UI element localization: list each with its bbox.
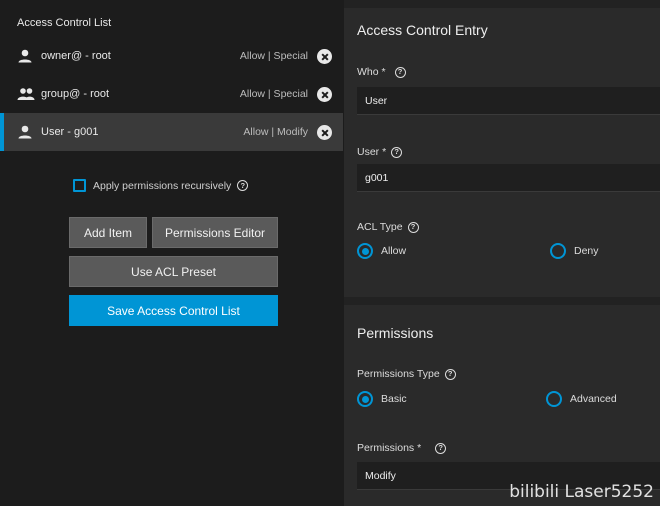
acl-item-user[interactable]: User - g001 Allow | Modify — [0, 113, 343, 151]
watermark-logo: bilibili Laser5252 — [509, 482, 654, 502]
permissions-card: Permissions Permissions Type ? Basic Adv… — [344, 305, 660, 506]
remove-icon[interactable] — [317, 49, 332, 64]
permissions-label: Permissions * ? — [357, 442, 447, 454]
radio-selected-icon — [357, 391, 373, 407]
use-acl-preset-button[interactable]: Use ACL Preset — [69, 256, 278, 287]
help-icon[interactable]: ? — [237, 180, 249, 191]
permissions-editor-button[interactable]: Permissions Editor — [152, 217, 278, 248]
who-select[interactable]: User — [357, 87, 660, 115]
access-control-entry-card: Access Control Entry Who * ? User User *… — [344, 8, 660, 297]
user-label-text: User * — [357, 146, 387, 158]
remove-icon[interactable] — [317, 87, 332, 102]
permissions-type-label: Permissions Type ? — [357, 368, 456, 380]
apply-recursively-label: Apply permissions recursively — [93, 179, 232, 192]
acl-type-label-text: ACL Type — [357, 221, 403, 233]
help-icon[interactable]: ? — [394, 66, 406, 78]
permissions-type-basic-radio[interactable]: Basic — [357, 391, 407, 407]
who-label: Who * ? — [357, 66, 406, 78]
acl-type-allow-radio[interactable]: Allow — [357, 243, 406, 259]
who-label-text: Who * — [357, 66, 386, 78]
permissions-label-text: Permissions * — [357, 442, 422, 454]
remove-icon[interactable] — [317, 125, 332, 140]
apply-recursively-checkbox[interactable] — [73, 179, 86, 192]
acl-item-owner[interactable]: owner@ - root Allow | Special — [0, 37, 343, 75]
help-icon[interactable]: ? — [407, 221, 419, 233]
acl-item-permission: Allow | Special — [239, 50, 308, 62]
add-item-button[interactable]: Add Item — [69, 217, 147, 248]
apply-recursively-option[interactable]: Apply permissions recursively ? — [73, 179, 249, 192]
entry-title: Access Control Entry — [357, 22, 488, 38]
save-acl-button[interactable]: Save Access Control List — [69, 295, 278, 326]
person-icon — [18, 125, 32, 139]
radio-unselected-icon — [546, 391, 562, 407]
acl-type-label: ACL Type ? — [357, 221, 419, 233]
radio-unselected-icon — [550, 243, 566, 259]
acl-entry-panel: Access Control Entry Who * ? User User *… — [344, 0, 660, 506]
group-icon — [17, 88, 35, 100]
radio-label: Basic — [381, 393, 407, 405]
acl-item-name: owner@ - root — [41, 50, 111, 62]
acl-type-deny-radio[interactable]: Deny — [550, 243, 599, 259]
acl-list-title: Access Control List — [17, 17, 112, 29]
acl-list-panel: Access Control List owner@ - root Allow … — [0, 0, 344, 506]
radio-label: Deny — [574, 245, 599, 257]
acl-item-name: group@ - root — [41, 88, 110, 100]
acl-item-permission: Allow | Modify — [243, 126, 308, 138]
radio-label: Advanced — [570, 393, 617, 405]
acl-item-permission: Allow | Special — [239, 88, 308, 100]
acl-item-name: User - g001 — [41, 126, 99, 138]
person-icon — [18, 49, 32, 63]
acl-item-group[interactable]: group@ - root Allow | Special — [0, 75, 343, 113]
radio-selected-icon — [357, 243, 373, 259]
permissions-title: Permissions — [357, 325, 434, 341]
user-input[interactable]: g001 — [357, 164, 660, 192]
user-label: User * ? — [357, 146, 403, 158]
radio-label: Allow — [381, 245, 407, 257]
help-icon[interactable]: ? — [444, 368, 456, 380]
help-icon[interactable]: ? — [391, 146, 403, 158]
permissions-type-label-text: Permissions Type — [357, 368, 440, 380]
permissions-type-advanced-radio[interactable]: Advanced — [546, 391, 617, 407]
help-icon[interactable]: ? — [435, 442, 447, 454]
